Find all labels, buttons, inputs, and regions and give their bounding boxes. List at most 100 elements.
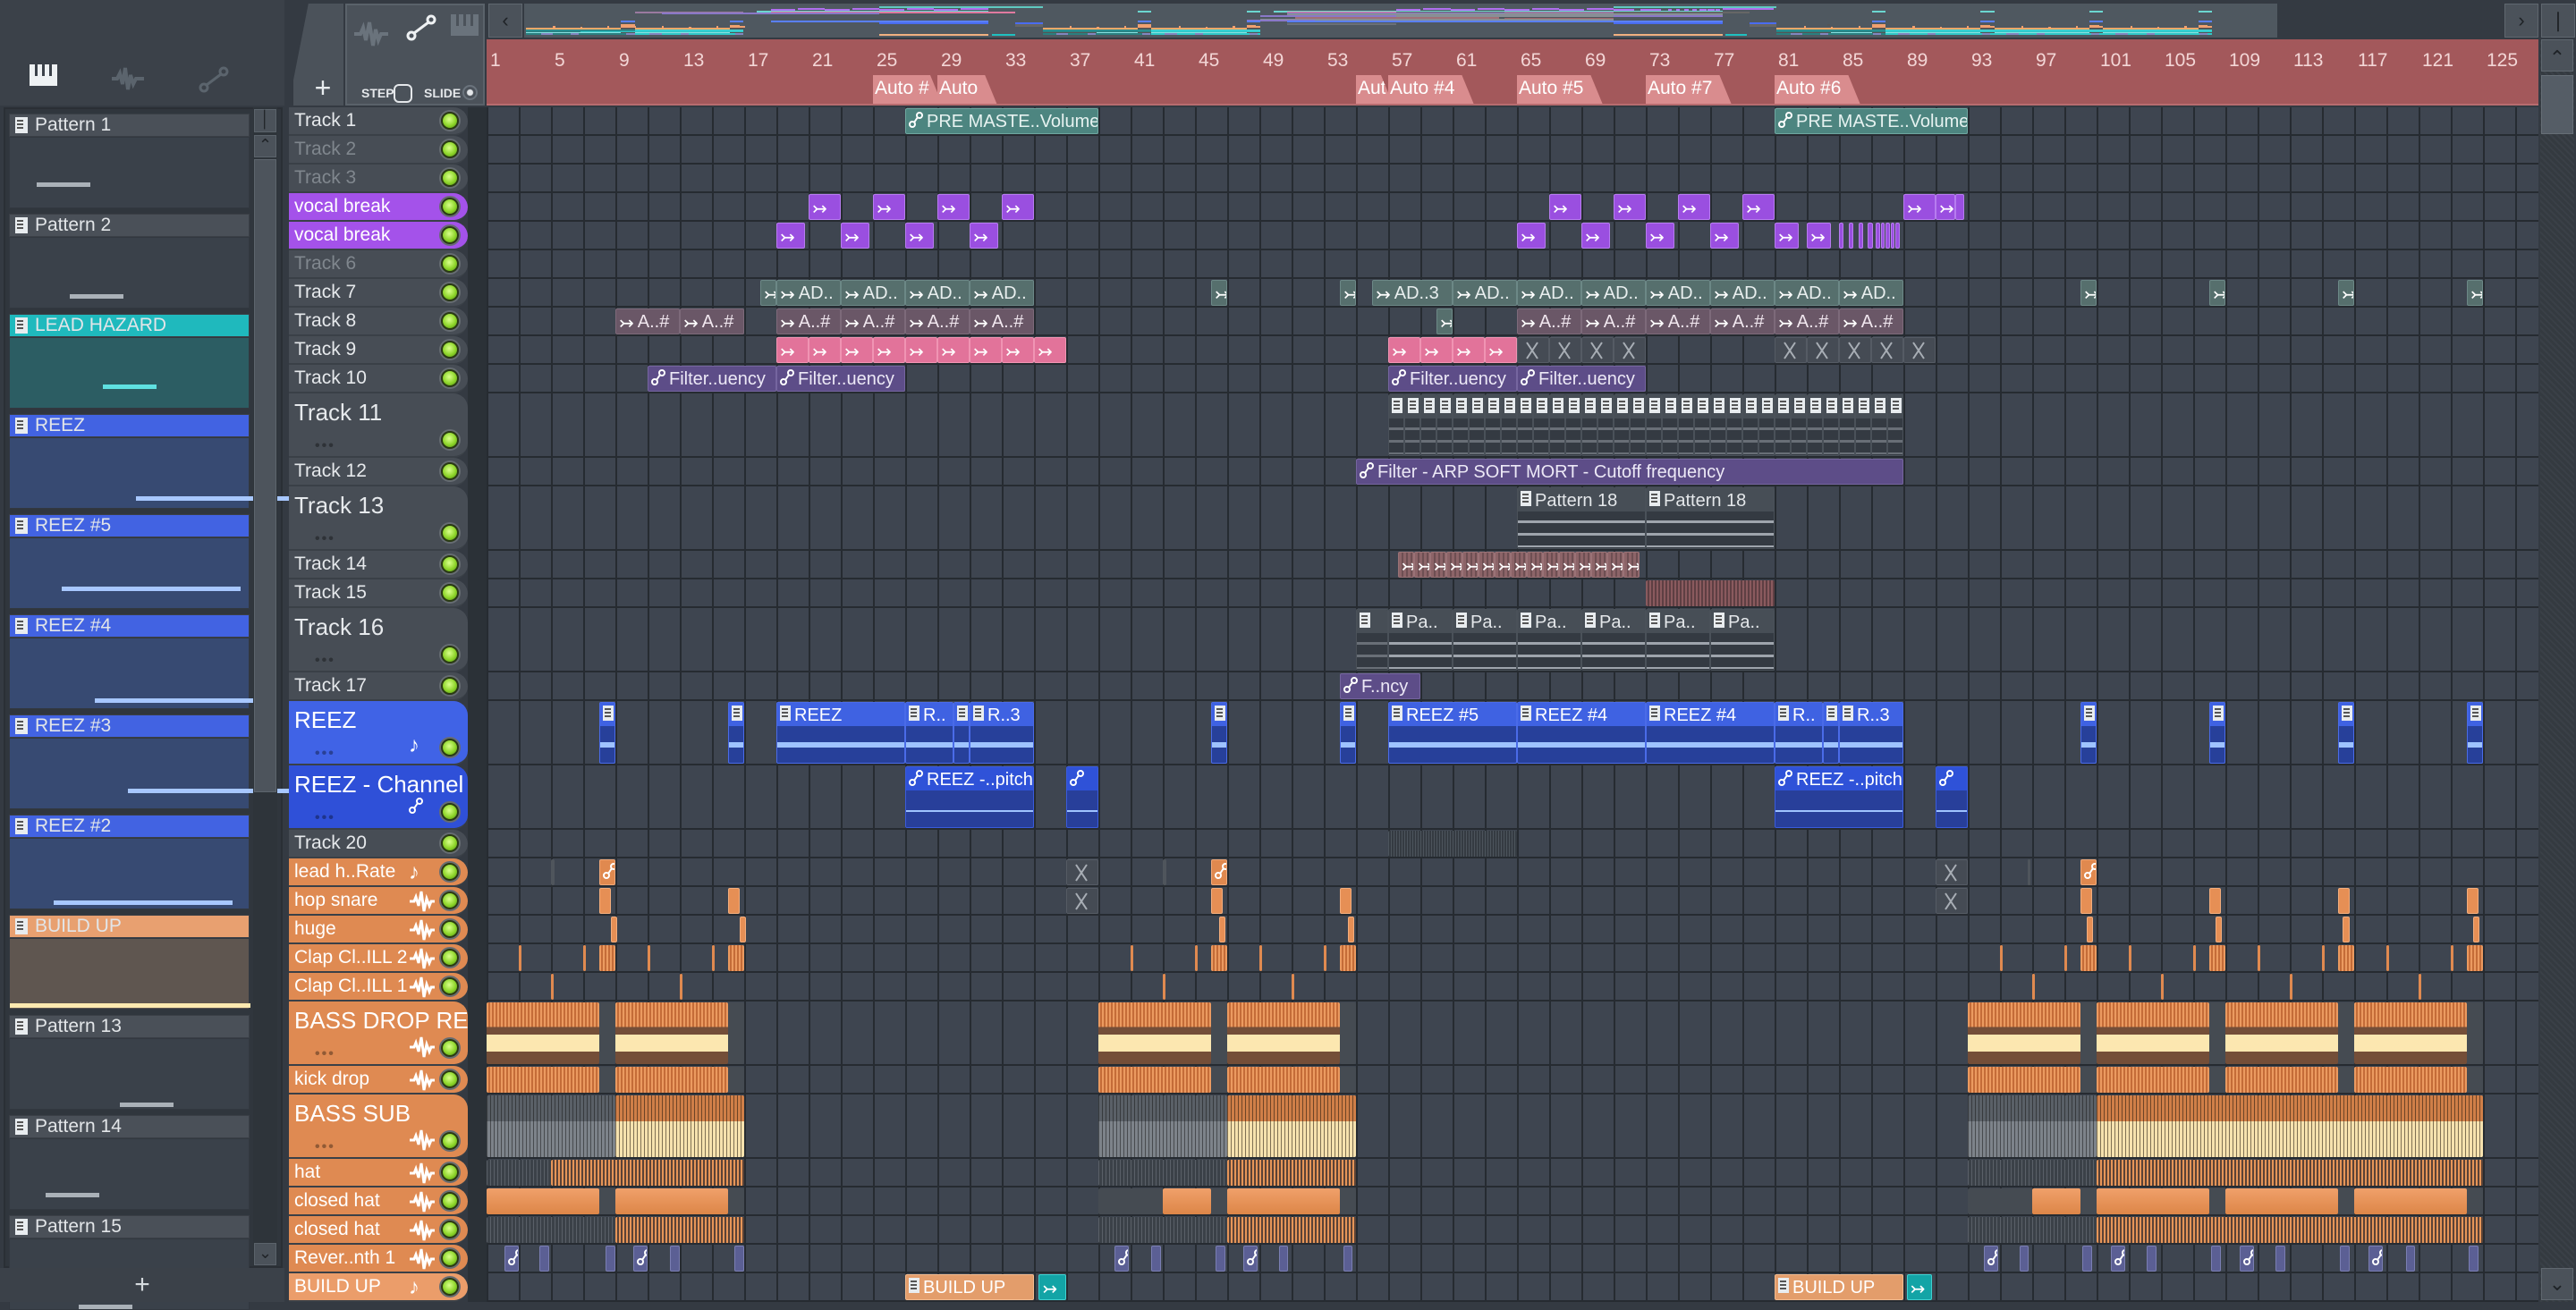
clip[interactable]: [1211, 1002, 1227, 1064]
track-mute-led[interactable]: [441, 1163, 459, 1181]
track-mute-led[interactable]: [441, 646, 459, 663]
clip[interactable]: R..: [905, 702, 953, 764]
clip[interactable]: ↣: [1517, 223, 1546, 249]
track-header[interactable]: lead h..Rate ♪: [289, 858, 468, 887]
clip[interactable]: ↣: [2209, 280, 2225, 306]
clip[interactable]: [734, 1246, 744, 1272]
clip[interactable]: [1163, 974, 1165, 1000]
clip[interactable]: [2064, 945, 2067, 971]
clip[interactable]: [1131, 945, 1133, 971]
clip[interactable]: [1340, 888, 1352, 914]
clip[interactable]: ↣: [1211, 280, 1227, 306]
pattern-item[interactable]: BUILD UP: [9, 915, 250, 1010]
clip[interactable]: [1868, 223, 1873, 249]
scroll-down-button[interactable]: ⌄: [2541, 1268, 2573, 1300]
clip[interactable]: ↣ A..#: [1517, 308, 1581, 334]
clip[interactable]: [728, 945, 744, 971]
clip[interactable]: [1485, 394, 1501, 456]
clip[interactable]: [1858, 223, 1863, 249]
clip[interactable]: [1066, 859, 1098, 885]
track-header[interactable]: Track 2: [289, 136, 468, 165]
clip[interactable]: [487, 1188, 599, 1214]
track-mute-led[interactable]: [441, 920, 459, 938]
clip[interactable]: [680, 974, 682, 1000]
clip[interactable]: [1903, 337, 1936, 363]
clip[interactable]: Pattern 18: [1517, 487, 1646, 549]
clip[interactable]: [953, 702, 970, 764]
pattern-item[interactable]: REEZ #3: [9, 714, 307, 809]
pattern-item-header[interactable]: Pattern 2: [9, 214, 250, 237]
clip[interactable]: [2354, 1002, 2467, 1064]
clip[interactable]: [2343, 917, 2350, 942]
clip[interactable]: [1340, 1188, 1356, 1214]
clip[interactable]: [1292, 974, 1294, 1000]
track-mute-led[interactable]: [441, 198, 459, 216]
clip[interactable]: ↣: [1388, 337, 1420, 363]
clip[interactable]: ↣: [841, 223, 870, 249]
track-lane[interactable]: [487, 973, 2538, 1002]
track-lane[interactable]: [487, 858, 2538, 887]
clip[interactable]: ↣: [970, 337, 1002, 363]
clip[interactable]: [2225, 1188, 2338, 1214]
track-header[interactable]: Track 12: [289, 458, 468, 486]
clip[interactable]: [487, 1160, 551, 1186]
track-header[interactable]: BASS DROP REEZ •••: [289, 1002, 468, 1066]
track-lane[interactable]: [487, 136, 2538, 165]
audio-clip-icon[interactable]: [352, 20, 390, 53]
track-mute-led[interactable]: [441, 555, 459, 573]
clip[interactable]: [2368, 1246, 2384, 1272]
timeline-ruler[interactable]: 1 5 9 13 17 21 25 29 33 37 41 45 49 53 57 61 65 69 73 77 81 8…: [487, 39, 2538, 106]
clip[interactable]: [1614, 394, 1630, 456]
clip[interactable]: ↣: [937, 337, 970, 363]
clip[interactable]: [1895, 223, 1901, 249]
clip[interactable]: [610, 917, 617, 942]
track-header[interactable]: Clap Cl..ILL 1: [289, 973, 468, 1002]
clip[interactable]: [2275, 1246, 2285, 1272]
scroll-down-button[interactable]: ⌄: [254, 1243, 276, 1265]
clip[interactable]: [1855, 394, 1871, 456]
clip[interactable]: [551, 1160, 744, 1186]
pattern-item[interactable]: Pattern 14: [9, 1115, 250, 1210]
clip[interactable]: ↣: [905, 223, 935, 249]
clip[interactable]: [1259, 945, 1262, 971]
clip[interactable]: [2338, 1188, 2354, 1214]
track-header[interactable]: Rever..nth 1: [289, 1245, 468, 1273]
clip[interactable]: ↣: [1526, 552, 1543, 578]
playlist-overview[interactable]: [524, 4, 2277, 38]
track-mute-led[interactable]: [441, 462, 459, 480]
clip[interactable]: [2216, 917, 2223, 942]
clip[interactable]: [1630, 394, 1646, 456]
clip[interactable]: Pattern 18: [1646, 487, 1775, 549]
clip[interactable]: [1420, 394, 1436, 456]
clip[interactable]: [2225, 1002, 2338, 1064]
clip[interactable]: ↣ A..#: [1581, 308, 1646, 334]
pattern-item[interactable]: LEAD HAZARD: [9, 314, 250, 409]
track-lane[interactable]: [487, 250, 2538, 279]
pattern-item-header[interactable]: REEZ #4: [9, 614, 250, 638]
track-mute-led[interactable]: [441, 226, 459, 244]
clip[interactable]: [615, 1067, 728, 1093]
clip[interactable]: ↣: [1807, 223, 1831, 249]
clip[interactable]: ↣ AD..: [970, 280, 1034, 306]
clip[interactable]: ↣: [1038, 1274, 1066, 1300]
clip[interactable]: [1775, 337, 1807, 363]
pattern-item[interactable]: Pattern 1: [9, 114, 250, 208]
scrollbar-thumb[interactable]: [254, 159, 276, 792]
clip[interactable]: [599, 702, 615, 764]
scrollbar-thumb[interactable]: [2541, 75, 2573, 134]
clip[interactable]: [2451, 945, 2453, 971]
clip[interactable]: [2473, 917, 2480, 942]
clip[interactable]: [2386, 945, 2389, 971]
clip[interactable]: [2209, 1002, 2225, 1064]
step-checkbox[interactable]: [394, 84, 412, 103]
clip[interactable]: [1066, 888, 1098, 914]
track-mute-led[interactable]: [441, 524, 459, 542]
clip[interactable]: ↣: [1549, 194, 1581, 220]
clip[interactable]: [2354, 1067, 2467, 1093]
clip[interactable]: [1340, 702, 1356, 764]
clip[interactable]: [606, 1246, 615, 1272]
clip[interactable]: ↣ AD..: [1646, 280, 1710, 306]
clip[interactable]: [2467, 1002, 2483, 1064]
scroll-up-button[interactable]: ⌃: [254, 135, 276, 157]
clip[interactable]: REEZ -..pitch: [1775, 766, 1903, 828]
